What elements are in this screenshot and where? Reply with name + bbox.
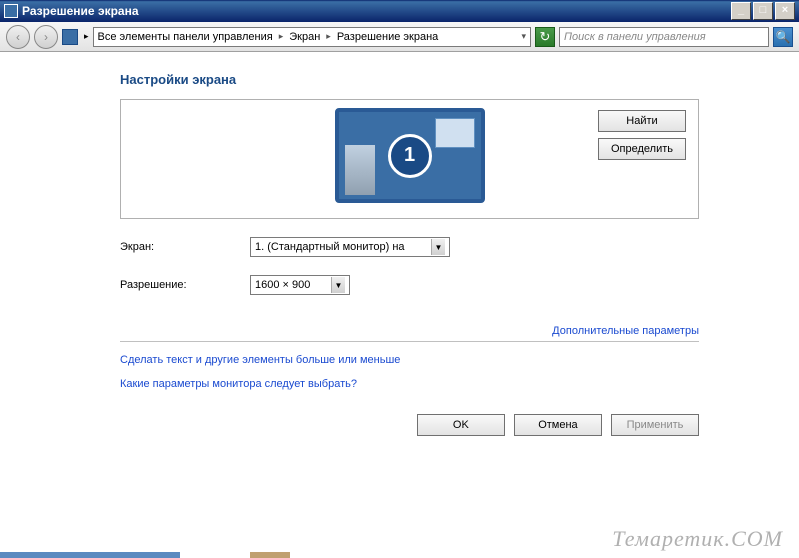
monitor-number-badge: 1 <box>388 134 432 178</box>
toolbar: ‹ › ▸ Все элементы панели управления ▸ Э… <box>0 22 799 52</box>
apply-button[interactable]: Применить <box>611 414 699 436</box>
breadcrumb-dropdown-icon[interactable]: ▸ <box>84 31 89 42</box>
monitor-help-link[interactable]: Какие параметры монитора следует выбрать… <box>120 378 699 390</box>
search-placeholder: Поиск в панели управления <box>564 31 706 43</box>
app-icon <box>4 4 18 18</box>
monitor-thumbnail[interactable]: 1 <box>335 108 485 203</box>
close-button[interactable]: × <box>775 2 795 20</box>
watermark: Темаретик.COM <box>612 526 783 552</box>
content-area: Настройки экрана 1 Найти Определить Экра… <box>0 52 799 446</box>
window-title: Разрешение экрана <box>22 4 731 18</box>
decoration <box>0 552 180 558</box>
breadcrumb-item[interactable]: Все элементы панели управления <box>98 31 273 43</box>
identify-button[interactable]: Определить <box>598 138 686 160</box>
forward-button[interactable]: › <box>34 25 58 49</box>
cancel-button[interactable]: Отмена <box>514 414 602 436</box>
window-controls: _ □ × <box>731 2 795 20</box>
path-icon <box>62 29 78 45</box>
address-bar[interactable]: Все элементы панели управления ▸ Экран ▸… <box>93 27 531 47</box>
page-heading: Настройки экрана <box>120 72 699 87</box>
back-button[interactable]: ‹ <box>6 25 30 49</box>
refresh-button[interactable]: ↻ <box>535 27 555 47</box>
search-button[interactable]: 🔍 <box>773 27 793 47</box>
advanced-settings-link[interactable]: Дополнительные параметры <box>120 325 699 337</box>
dialog-buttons: OK Отмена Применить <box>120 414 699 436</box>
resolution-dropdown[interactable]: 1600 × 900 ▼ <box>250 275 350 295</box>
detect-button[interactable]: Найти <box>598 110 686 132</box>
search-input[interactable]: Поиск в панели управления <box>559 27 769 47</box>
chevron-down-icon: ▼ <box>331 277 345 293</box>
breadcrumb-sep-icon: ▸ <box>279 31 284 42</box>
breadcrumb-item[interactable]: Экран <box>289 31 320 43</box>
resolution-value: 1600 × 900 <box>255 279 310 291</box>
titlebar: Разрешение экрана _ □ × <box>0 0 799 22</box>
divider <box>120 341 699 342</box>
display-preview-box: 1 Найти Определить <box>120 99 699 219</box>
ok-button[interactable]: OK <box>417 414 505 436</box>
display-dropdown[interactable]: 1. (Стандартный монитор) на ▼ <box>250 237 450 257</box>
chevron-down-icon: ▼ <box>431 239 445 255</box>
breadcrumb-item[interactable]: Разрешение экрана <box>337 31 438 43</box>
minimize-button[interactable]: _ <box>731 2 751 20</box>
address-dropdown-icon[interactable]: ▾ <box>521 31 526 42</box>
maximize-button[interactable]: □ <box>753 2 773 20</box>
resolution-label: Разрешение: <box>120 279 250 291</box>
display-value: 1. (Стандартный монитор) на <box>255 241 405 253</box>
decoration <box>250 552 290 558</box>
text-size-link[interactable]: Сделать текст и другие элементы больше и… <box>120 354 699 366</box>
display-label: Экран: <box>120 241 250 253</box>
breadcrumb-sep-icon: ▸ <box>326 31 331 42</box>
